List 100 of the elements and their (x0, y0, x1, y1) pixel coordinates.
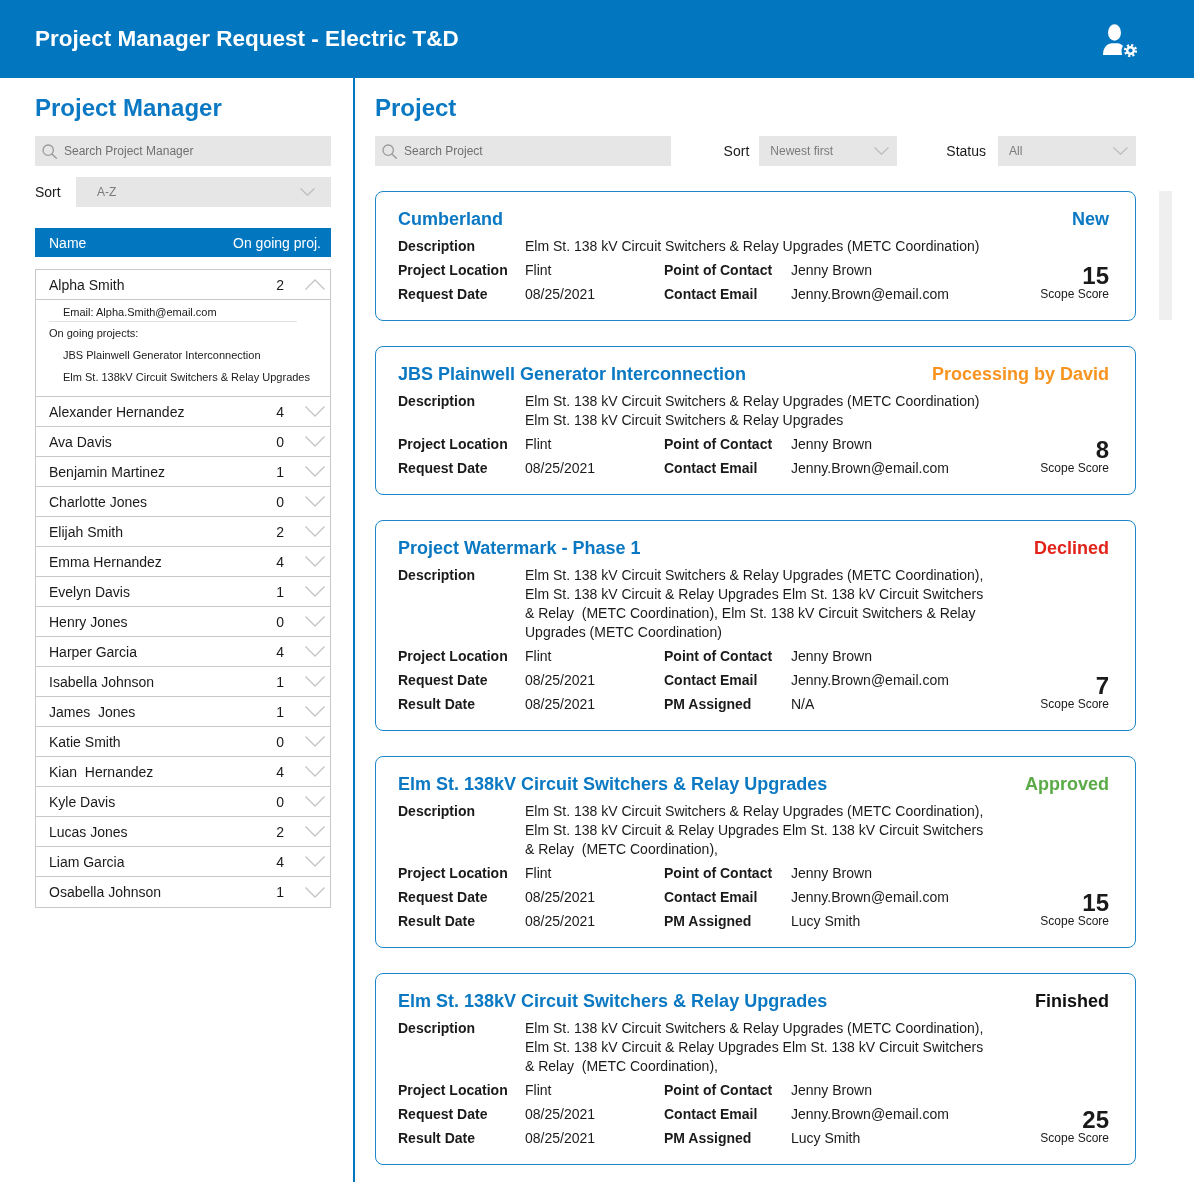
field-label: Request Date (398, 671, 489, 690)
manager-name[interactable]: Evelyn Davis (49, 583, 277, 600)
field-value: Jenny Brown (791, 647, 873, 666)
chevron-down-icon[interactable] (305, 616, 325, 627)
project-count: 4 (276, 403, 284, 420)
field-label: Description (398, 801, 476, 821)
field-label: Contact Email (664, 285, 759, 304)
project-status: Finished (1035, 990, 1109, 1013)
field-label: Point of Contact (664, 435, 774, 454)
scope-score-label: Scope Score (1040, 287, 1109, 301)
description-text: Elm St. 138 kV Circuit Switchers & Relay Upgrades (METC Coordination), Elm St. 138 kV Circuit & Relay Upgrades Elm St. 138 kV Circuit Switchers & Relay (METC Coordination), (525, 1018, 985, 1076)
project-count: 4 (276, 763, 284, 780)
manager-name[interactable]: James Jones (49, 703, 277, 720)
manager-name[interactable]: Kian Hernandez (49, 763, 277, 780)
field-value: Jenny Brown (791, 435, 873, 454)
sort-label: Sort (35, 184, 62, 200)
chevron-down-icon[interactable] (305, 466, 325, 477)
column-header[interactable]: Name (49, 234, 87, 251)
field-label: Contact Email (664, 888, 759, 907)
project-title[interactable]: Cumberland (398, 206, 503, 232)
manager-name[interactable]: Katie Smith (49, 733, 277, 750)
field-value: Jenny.Brown@email.com (791, 459, 950, 478)
chevron-down-icon[interactable] (305, 736, 325, 747)
manager-name[interactable]: Benjamin Martinez (49, 463, 277, 480)
chevron-down-icon[interactable] (305, 496, 325, 507)
chevron-down-icon[interactable] (305, 706, 325, 717)
manager-name[interactable]: Alpha Smith (49, 276, 277, 293)
search-field[interactable]: Search Project Manager (35, 136, 331, 166)
status-dropdown[interactable]: All (998, 136, 1136, 166)
manager-name[interactable]: Osabella Johnson (49, 884, 277, 900)
ongoing-project: Elm St. 138kV Circuit Switchers & Relay Upgrades (62, 370, 311, 385)
project-count: 1 (276, 583, 284, 600)
chevron-down-icon[interactable] (305, 436, 325, 447)
field-label: Result Date (398, 1129, 477, 1148)
chevron-down-icon[interactable] (305, 406, 325, 417)
manager-name[interactable]: Lucas Jones (49, 823, 277, 840)
field-label: Project Location (398, 435, 509, 454)
field-value: Jenny Brown (791, 261, 873, 280)
chevron-down-icon (874, 147, 890, 155)
field-label: Contact Email (664, 1105, 759, 1124)
description-text: Elm St. 138 kV Circuit Switchers & Relay Upgrades (METC Coordination) (525, 236, 981, 256)
field-label: PM Assigned (664, 1129, 753, 1148)
field-label: Request Date (398, 888, 489, 907)
search-icon (42, 143, 57, 159)
field-label: Project Location (398, 864, 509, 883)
chevron-down-icon[interactable] (305, 646, 325, 657)
column-header[interactable]: On going proj. (233, 234, 321, 251)
field-label: PM Assigned (664, 912, 753, 931)
manager-name[interactable]: Alexander Hernandez (49, 403, 277, 420)
chevron-down-icon[interactable] (305, 556, 325, 567)
scope-score-value: 8 (1094, 439, 1109, 461)
chevron-down-icon[interactable] (305, 526, 325, 537)
chevron-down-icon[interactable] (305, 796, 325, 807)
user-settings-icon[interactable] (1103, 23, 1138, 58)
project-count: 2 (276, 823, 284, 840)
scope-score-label: Scope Score (1040, 1131, 1109, 1145)
search-icon (382, 143, 397, 159)
manager-name[interactable]: Ava Davis (49, 433, 277, 450)
field-label: Project Location (398, 647, 509, 666)
project-title[interactable]: Project Watermark - Phase 1 (398, 535, 641, 561)
field-value: Jenny.Brown@email.com (791, 285, 950, 304)
panel-title: Project (375, 93, 458, 123)
project-count: 2 (276, 276, 284, 293)
manager-name[interactable]: Emma Hernandez (49, 553, 277, 570)
field-label: Contact Email (664, 671, 759, 690)
project-count: 1 (276, 703, 284, 720)
field-label: Request Date (398, 1105, 489, 1124)
manager-name[interactable]: Isabella Johnson (49, 673, 277, 690)
field-label: Project Location (398, 1081, 509, 1100)
projects-heading: On going projects: (48, 326, 140, 341)
chevron-down-icon[interactable] (305, 766, 325, 777)
project-count: 1 (276, 463, 284, 480)
project-count: 4 (276, 853, 284, 870)
chevron-up-icon[interactable] (305, 279, 325, 290)
project-title[interactable]: Elm St. 138kV Circuit Switchers & Relay Upgrades (398, 988, 828, 1014)
field-label: Description (398, 391, 476, 411)
manager-name[interactable]: Kyle Davis (49, 793, 277, 810)
project-count: 0 (276, 793, 284, 810)
project-count: 0 (276, 733, 284, 750)
project-title[interactable]: JBS Plainwell Generator Interconnection (398, 361, 747, 387)
sort-dropdown[interactable]: Newest first (759, 136, 898, 166)
chevron-down-icon[interactable] (305, 886, 325, 898)
chevron-down-icon[interactable] (305, 856, 325, 867)
field-value: Jenny Brown (791, 864, 873, 883)
chevron-down-icon[interactable] (305, 676, 325, 687)
field-value: 08/25/2021 (525, 912, 597, 931)
manager-name[interactable]: Harper Garcia (49, 643, 277, 660)
description-text: Elm St. 138 kV Circuit Switchers & Relay Upgrades (METC Coordination), Elm St. 138 kV Circuit & Relay Upgrades Elm St. 138 kV Circuit Switchers & Relay (METC Coordination), (525, 801, 985, 859)
project-title[interactable]: Elm St. 138kV Circuit Switchers & Relay Upgrades (398, 771, 828, 797)
manager-name[interactable]: Elijah Smith (49, 523, 277, 540)
field-label: Point of Contact (664, 1081, 774, 1100)
manager-name[interactable]: Liam Garcia (49, 853, 277, 870)
manager-name[interactable]: Henry Jones (49, 613, 277, 630)
scope-score-value: 7 (1094, 675, 1109, 697)
scope-score-value: 15 (1081, 892, 1109, 914)
search-field[interactable]: Search Project (375, 136, 671, 166)
manager-name[interactable]: Charlotte Jones (49, 493, 277, 510)
chevron-down-icon[interactable] (305, 586, 325, 597)
ongoing-project: JBS Plainwell Generator Interconnection (62, 348, 262, 363)
chevron-down-icon[interactable] (305, 826, 325, 837)
